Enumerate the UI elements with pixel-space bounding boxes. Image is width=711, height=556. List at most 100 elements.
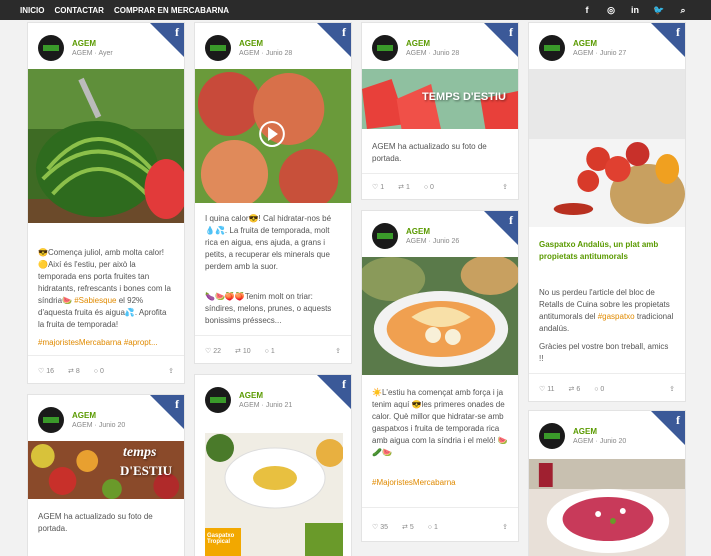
facebook-letter: f — [342, 25, 346, 39]
post-image[interactable] — [28, 69, 184, 223]
post-meta: AGEM · Junio 27 — [573, 50, 627, 57]
share-count[interactable]: ⇄ 6 — [569, 385, 581, 393]
post-text-2: 🍆🍉🍑🍑Tenim molt on triar: síndires, melon… — [205, 292, 332, 325]
comment-count[interactable]: ○ 1 — [265, 348, 275, 355]
nav-contactar[interactable]: CONTACTAR — [54, 6, 103, 15]
post-meta: AGEM · Junio 28 — [406, 50, 460, 57]
post-meta: AGEM · Junio 26 — [406, 238, 460, 245]
facebook-letter: f — [342, 377, 346, 391]
facebook-icon[interactable]: f — [581, 0, 593, 20]
hashtag-link[interactable]: #gaspatxo — [598, 312, 635, 321]
post-meta: AGEM · Junio 28 — [239, 50, 293, 57]
avatar[interactable] — [539, 423, 565, 449]
post-title[interactable]: Gaspatxo Andalús, un plat amb propietats… — [539, 239, 675, 263]
cover-title-1: temps — [123, 445, 157, 460]
top-bar: INICIO CONTACTAR COMPRAR EN MERCABARNA f… — [0, 0, 711, 20]
twitter-icon[interactable]: 🐦 — [653, 0, 665, 20]
nav-comprar[interactable]: COMPRAR EN MERCABARNA — [114, 6, 229, 15]
cover-photo[interactable]: temps D'ESTIU — [28, 441, 184, 499]
facebook-letter: f — [175, 397, 179, 411]
share-icon[interactable]: ⇪ — [502, 183, 508, 191]
author-name[interactable]: AGEM — [239, 39, 292, 48]
main-nav: INICIO CONTACTAR COMPRAR EN MERCABARNA — [20, 0, 229, 20]
facebook-letter: f — [509, 213, 513, 227]
avatar[interactable] — [205, 35, 231, 61]
nav-inicio[interactable]: INICIO — [20, 6, 44, 15]
post-text: AGEM ha actualizado su foto de portada. — [38, 512, 153, 533]
share-count[interactable]: ⇄ 10 — [235, 347, 251, 355]
divider — [362, 507, 518, 508]
author-name[interactable]: AGEM — [573, 39, 626, 48]
share-icon[interactable]: ⇪ — [502, 523, 508, 531]
facebook-letter: f — [676, 25, 680, 39]
post-meta: AGEM · Junio 20 — [573, 438, 627, 445]
post-text-2: Gràcies pel vostre bon treball, amics !! — [539, 342, 669, 363]
post-image[interactable] — [529, 69, 685, 227]
search-icon[interactable]: ⌕ — [677, 0, 689, 20]
image-label: Gaspatxo Tropical — [207, 533, 235, 545]
author-name[interactable]: AGEM — [72, 411, 125, 420]
like-count[interactable]: ♡ 22 — [205, 347, 221, 355]
comment-count[interactable]: ○ 0 — [94, 368, 104, 375]
post-text: 😎Comença juliol, amb molta calor! 🟡Així … — [38, 248, 171, 329]
post-meta: AGEM · Ayer — [72, 50, 113, 57]
share-count[interactable]: ⇄ 8 — [68, 367, 80, 375]
like-count[interactable]: ♡ 11 — [539, 385, 555, 393]
post-text: I quina calor😎! Cal hidratar-nos bé 💧💦. … — [205, 214, 332, 271]
divider — [195, 335, 351, 336]
share-count[interactable]: ⇄ 5 — [402, 523, 414, 531]
cover-title-2: D'ESTIU — [120, 463, 173, 478]
post-video[interactable] — [195, 69, 351, 203]
facebook-letter: f — [676, 413, 680, 427]
instagram-icon[interactable]: ◎ — [605, 0, 617, 20]
cover-photo[interactable]: TEMPS D'ESTIU — [362, 69, 518, 129]
post-card-1: f AGEM AGEM · Ayer 😎Comença juliol, amb … — [27, 22, 185, 384]
facebook-letter: f — [509, 25, 513, 39]
post-text: AGEM ha actualizado su foto de portada. — [372, 142, 487, 163]
author-name[interactable]: AGEM — [406, 39, 459, 48]
avatar[interactable] — [205, 387, 231, 413]
post-meta: AGEM · Junio 21 — [239, 402, 293, 409]
post-card-4: f AGEM AGEM · Junio 27 Gaspatxo Andalús,… — [528, 22, 686, 402]
social-links: f ◎ in 🐦 ⌕ — [581, 0, 689, 20]
avatar[interactable] — [372, 35, 398, 61]
like-count[interactable]: ♡ 1 — [372, 183, 384, 191]
author-name[interactable]: AGEM — [406, 227, 459, 236]
comment-count[interactable]: ○ 0 — [424, 184, 434, 191]
post-card-5: f AGEM AGEM · Junio 26 ☀️L'estiu ha come… — [361, 210, 519, 542]
hashtag-link[interactable]: #Sabiesque — [74, 296, 116, 305]
comment-count[interactable]: ○ 0 — [594, 386, 604, 393]
avatar[interactable] — [539, 35, 565, 61]
author-name[interactable]: AGEM — [573, 427, 626, 436]
post-image[interactable] — [362, 257, 518, 375]
post-meta: AGEM · Junio 20 — [72, 422, 126, 429]
post-hashtags[interactable]: #majoristesMercabarna #apropt... — [38, 337, 174, 349]
post-actions: ♡ 35 ⇄ 5 ○ 1 ⇪ — [372, 523, 508, 532]
avatar[interactable] — [38, 407, 64, 433]
cover-title: TEMPS D'ESTIU — [422, 91, 506, 103]
post-actions: ♡ 16 ⇄ 8 ○ 0 ⇪ — [38, 367, 174, 376]
post-card-6: f AGEM AGEM · Junio 20 temps D'ESTIU AGE… — [27, 394, 185, 556]
avatar[interactable] — [372, 223, 398, 249]
like-count[interactable]: ♡ 16 — [38, 367, 54, 375]
divider — [28, 355, 184, 356]
like-count[interactable]: ♡ 35 — [372, 523, 388, 531]
post-card-7: f AGEM AGEM · Junio 21 Gaspatxo Tropical — [194, 374, 352, 556]
author-name[interactable]: AGEM — [72, 39, 113, 48]
author-name[interactable]: AGEM — [239, 391, 292, 400]
share-icon[interactable]: ⇪ — [335, 347, 341, 355]
facebook-letter: f — [175, 25, 179, 39]
post-image[interactable]: Gaspatxo Tropical — [205, 433, 343, 556]
post-text: No us perdeu l'article del bloc de Retal… — [539, 288, 674, 333]
post-card-2: f AGEM AGEM · Junio 28 I quina calor😎! C… — [194, 22, 352, 364]
post-text: ☀️L'estiu ha començat amb força i ja ten… — [372, 388, 508, 457]
post-hashtags[interactable]: #MajoristesMercabarna — [372, 477, 508, 489]
share-count[interactable]: ⇄ 1 — [398, 183, 410, 191]
linkedin-icon[interactable]: in — [629, 0, 641, 20]
comment-count[interactable]: ○ 1 — [428, 524, 438, 531]
post-card-3: f AGEM AGEM · Junio 28 TEMPS D'ESTIU AGE… — [361, 22, 519, 200]
avatar[interactable] — [38, 35, 64, 61]
share-icon[interactable]: ⇪ — [168, 367, 174, 375]
share-icon[interactable]: ⇪ — [669, 385, 675, 393]
post-image[interactable] — [529, 459, 685, 556]
